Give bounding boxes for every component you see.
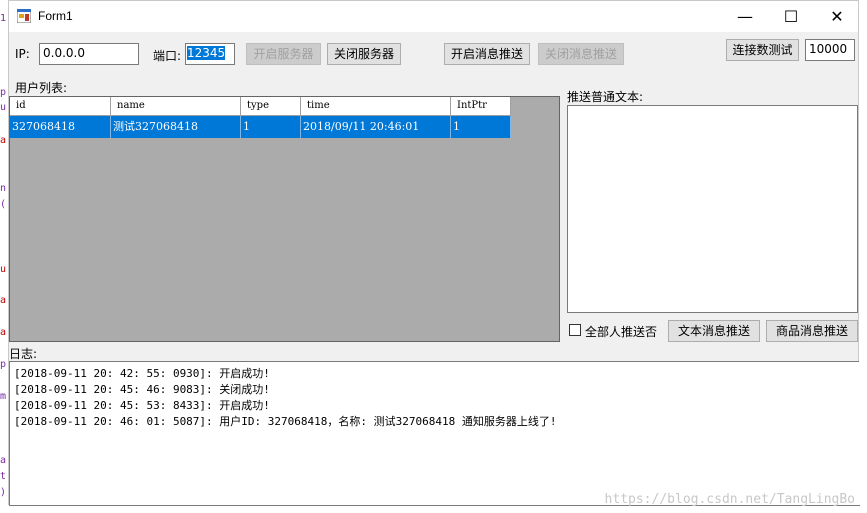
strip-glyph: p [0,359,7,370]
stop-push-button[interactable]: 关闭消息推送 [538,43,624,65]
connect-test-button[interactable]: 连接数测试 [726,39,799,61]
user-grid[interactable]: id name type time IntPtr 327068418 测试327… [9,96,560,342]
column-header-id[interactable]: id [10,97,111,116]
port-input[interactable]: 12345 [185,43,235,65]
push-all-label[interactable]: 全部人推送否 [585,323,657,340]
cell-id: 327068418 [10,116,111,138]
column-header-name[interactable]: name [111,97,241,116]
log-textarea[interactable]: [2018-09-11 20: 42: 55: 0930]: 开启成功! [20… [9,361,860,506]
title-bar[interactable]: Form1 — ☐ ✕ [9,1,858,32]
minimize-button[interactable]: — [722,1,768,32]
user-list-label: 用户列表: [15,81,68,95]
window-title: Form1 [38,9,73,23]
stop-server-button[interactable]: 关闭服务器 [327,43,401,65]
log-line: [2018-09-11 20: 42: 55: 0930]: 开启成功! [14,367,270,380]
strip-glyph: ) [0,487,7,498]
connect-count-input[interactable]: 10000 [805,39,855,61]
strip-glyph: a [0,135,7,146]
log-line: [2018-09-11 20: 46: 01: 5087]: 用户ID: 327… [14,415,557,428]
cell-intptr: 1 [451,116,511,138]
strip-glyph: 1 [0,13,7,24]
text-push-button[interactable]: 文本消息推送 [668,320,760,342]
log-line: [2018-09-11 20: 45: 46: 9083]: 关闭成功! [14,383,270,396]
strip-glyph: a [0,295,7,306]
strip-glyph: a [0,455,7,466]
form-window: Form1 — ☐ ✕ IP: 0.0.0.0 端口: 12345 开启服务器 … [8,0,860,506]
port-value: 12345 [187,46,226,60]
app-icon [16,8,32,24]
send-textarea[interactable] [567,105,858,313]
start-push-button[interactable]: 开启消息推送 [444,43,530,65]
port-label: 端口: [153,49,182,63]
column-header-time[interactable]: time [301,97,451,116]
log-line: [2018-09-11 20: 45: 53: 8433]: 开启成功! [14,399,270,412]
column-header-intptr[interactable]: IntPtr [451,97,511,116]
maximize-button[interactable]: ☐ [768,1,814,32]
strip-glyph: u [0,102,7,113]
strip-glyph: ( [0,199,7,210]
column-header-type[interactable]: type [241,97,301,116]
cell-name: 测试327068418 [111,116,241,138]
start-server-button[interactable]: 开启服务器 [246,43,321,65]
ip-input[interactable]: 0.0.0.0 [39,43,139,65]
strip-glyph: a [0,327,7,338]
strip-glyph: n [0,183,7,194]
strip-glyph: m [0,391,7,402]
strip-glyph: p [0,87,7,98]
watermark-text: https://blog.csdn.net/TangLingBo [604,492,855,507]
editor-scrollbar[interactable] [859,0,867,505]
strip-glyph: t [0,471,7,482]
goods-push-button[interactable]: 商品消息推送 [766,320,858,342]
strip-glyph: u [0,264,7,275]
cell-type: 1 [241,116,301,138]
ip-label: IP: [15,47,30,61]
close-button[interactable]: ✕ [814,1,860,32]
cell-time: 2018/09/11 20:46:01 [301,116,451,138]
log-label: 日志: [9,347,38,361]
send-text-label: 推送普通文本: [567,90,644,104]
editor-strip: 1 p u a n ( u a a p m a t ) [0,0,8,513]
push-all-checkbox[interactable] [569,324,581,336]
